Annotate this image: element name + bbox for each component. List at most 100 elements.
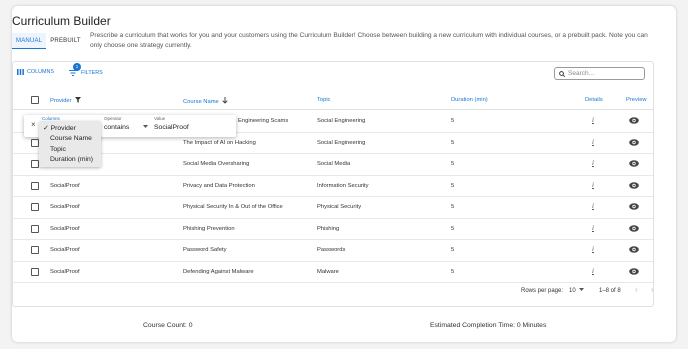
rows-per-page-value: 10 bbox=[569, 288, 576, 294]
filter-value-label: Value bbox=[154, 116, 166, 121]
description-text: Prescribe a curriculum that works for yo… bbox=[90, 32, 648, 49]
cell-duration: 5 bbox=[451, 268, 455, 275]
strategy-tabs: MANUAL PREBUILT bbox=[12, 33, 85, 49]
course-count: Course Count: 0 bbox=[143, 322, 193, 329]
check-icon: ✓ bbox=[43, 125, 49, 132]
eye-icon[interactable] bbox=[629, 246, 639, 253]
next-page-button[interactable]: › bbox=[651, 285, 654, 294]
column-option-label: Provider bbox=[50, 125, 76, 132]
info-icon[interactable]: i bbox=[592, 202, 594, 210]
rows-per-page-label: Rows per page: bbox=[521, 288, 564, 294]
cell-course-name: Social Media Oversharing bbox=[183, 161, 250, 167]
pagination-range: 1–8 of 8 bbox=[599, 288, 621, 294]
filter-operator-value: contains bbox=[104, 124, 130, 131]
cell-duration: 5 bbox=[451, 182, 455, 189]
table-row[interactable]: SocialProof Privacy and Data Protection In… bbox=[13, 175, 653, 197]
cell-duration: 5 bbox=[451, 225, 455, 232]
eye-icon[interactable] bbox=[629, 160, 639, 167]
table-row[interactable]: Social Media Oversharing Social Media 5 i bbox=[13, 153, 653, 176]
filter-icon[interactable] bbox=[75, 97, 82, 103]
cell-provider: SocialProof bbox=[50, 204, 80, 210]
column-header-course-name[interactable]: Course Name bbox=[183, 97, 229, 105]
select-all-checkbox[interactable] bbox=[31, 96, 39, 104]
close-icon: × bbox=[31, 120, 36, 129]
cell-duration: 5 bbox=[451, 247, 455, 253]
column-header-topic[interactable]: Topic bbox=[317, 97, 331, 103]
filters-button-label: FILTERS bbox=[81, 69, 103, 76]
cell-course-name: Engineering Scams bbox=[238, 118, 289, 124]
chevron-right-icon: › bbox=[651, 285, 654, 294]
filter-operator-label: Operator bbox=[104, 116, 122, 121]
page-title: Curriculum Builder bbox=[12, 14, 111, 28]
cell-provider: SocialProof bbox=[50, 247, 80, 253]
tab-manual[interactable]: MANUAL bbox=[12, 33, 47, 49]
table-row[interactable]: SocialProof Phishing Prevention Phishing 5 i bbox=[13, 218, 653, 240]
filter-operator-select[interactable]: contains bbox=[104, 124, 149, 131]
column-header-provider-label: Provider bbox=[50, 98, 72, 104]
eye-icon[interactable] bbox=[629, 267, 639, 275]
row-checkbox[interactable] bbox=[31, 160, 39, 168]
rows-per-page-select[interactable]: 10 bbox=[569, 288, 585, 294]
row-checkbox[interactable] bbox=[31, 224, 39, 233]
column-option-topic[interactable]: Topic bbox=[50, 146, 66, 153]
columns-button-label: COLUMNS bbox=[27, 69, 54, 75]
info-icon[interactable]: i bbox=[592, 224, 594, 232]
column-option-duration[interactable]: Duration (min) bbox=[50, 156, 93, 163]
eye-icon[interactable] bbox=[629, 224, 639, 232]
filter-value-input[interactable]: SocialProof bbox=[154, 124, 189, 131]
info-icon[interactable]: i bbox=[592, 181, 594, 189]
row-checkbox[interactable] bbox=[31, 246, 39, 254]
eye-icon[interactable] bbox=[629, 117, 639, 124]
column-option-course-name[interactable]: Course Name bbox=[50, 135, 92, 142]
cell-topic: Social Engineering bbox=[317, 139, 366, 146]
cell-duration: 5 bbox=[451, 161, 455, 167]
cell-course-name: Defending Against Malware bbox=[183, 268, 254, 275]
eye-icon[interactable] bbox=[629, 181, 639, 189]
cell-topic: Passwords bbox=[317, 247, 346, 253]
cell-duration: 5 bbox=[451, 204, 455, 210]
cell-provider: SocialProof bbox=[50, 225, 80, 232]
previous-page-button[interactable]: ‹ bbox=[635, 285, 638, 294]
column-header-details[interactable]: Details bbox=[585, 97, 603, 103]
info-icon[interactable]: i bbox=[592, 159, 594, 167]
columns-icon bbox=[17, 69, 24, 75]
cell-topic: Social Engineering bbox=[317, 118, 366, 124]
row-checkbox[interactable] bbox=[31, 138, 39, 147]
info-icon[interactable]: i bbox=[592, 267, 594, 275]
dropdown-arrow-icon bbox=[579, 288, 585, 291]
cell-course-name: Privacy and Data Protection bbox=[183, 182, 255, 189]
table-row[interactable]: SocialProof Defending Against Malware Malw… bbox=[13, 261, 653, 283]
filters-count-badge: 1 bbox=[73, 63, 81, 71]
search-input[interactable]: Search… bbox=[554, 67, 645, 80]
info-icon[interactable]: i bbox=[592, 116, 594, 124]
cell-course-name: Password Safety bbox=[183, 247, 227, 253]
column-header-course-name-label: Course Name bbox=[183, 99, 219, 105]
tab-prebuilt[interactable]: PREBUILT bbox=[46, 33, 85, 49]
cell-topic: Physical Security bbox=[317, 204, 362, 210]
cell-course-name: Physical Security In & Out of the Office bbox=[183, 204, 283, 210]
eye-icon[interactable] bbox=[629, 138, 639, 146]
row-checkbox[interactable] bbox=[31, 181, 39, 190]
table-row[interactable]: SocialProof Physical Security In & Out of… bbox=[13, 196, 653, 219]
table-row[interactable]: SocialProof Password Safety Passwords 5 i bbox=[13, 239, 653, 262]
columns-button[interactable]: COLUMNS bbox=[17, 69, 54, 75]
row-checkbox[interactable] bbox=[31, 267, 39, 276]
info-icon[interactable]: i bbox=[592, 245, 594, 253]
cell-provider: SocialProof bbox=[50, 268, 80, 275]
info-icon[interactable]: i bbox=[592, 138, 594, 146]
cell-topic: Information Security bbox=[317, 182, 369, 189]
remove-filter-button[interactable]: × bbox=[31, 120, 36, 129]
column-header-preview[interactable]: Preview bbox=[626, 97, 647, 103]
search-icon bbox=[559, 70, 565, 77]
row-checkbox[interactable] bbox=[31, 203, 39, 211]
column-header-duration[interactable]: Duration (min) bbox=[451, 97, 488, 103]
grid-header-row: Provider Course Name Topic Duration (min… bbox=[13, 91, 653, 110]
eye-icon[interactable] bbox=[629, 203, 639, 210]
cell-topic: Phishing bbox=[317, 225, 340, 232]
estimated-completion-time: Estimated Completion Time: 0 Minutes bbox=[430, 322, 547, 329]
column-header-provider[interactable]: Provider bbox=[50, 97, 82, 104]
filters-button[interactable]: 1 FILTERS bbox=[69, 63, 103, 76]
filter-column-dropdown: ✓ Provider Course Name Topic Duration (m… bbox=[39, 121, 101, 167]
arrow-down-icon[interactable] bbox=[222, 97, 229, 104]
column-option-provider[interactable]: ✓ Provider bbox=[43, 124, 76, 132]
